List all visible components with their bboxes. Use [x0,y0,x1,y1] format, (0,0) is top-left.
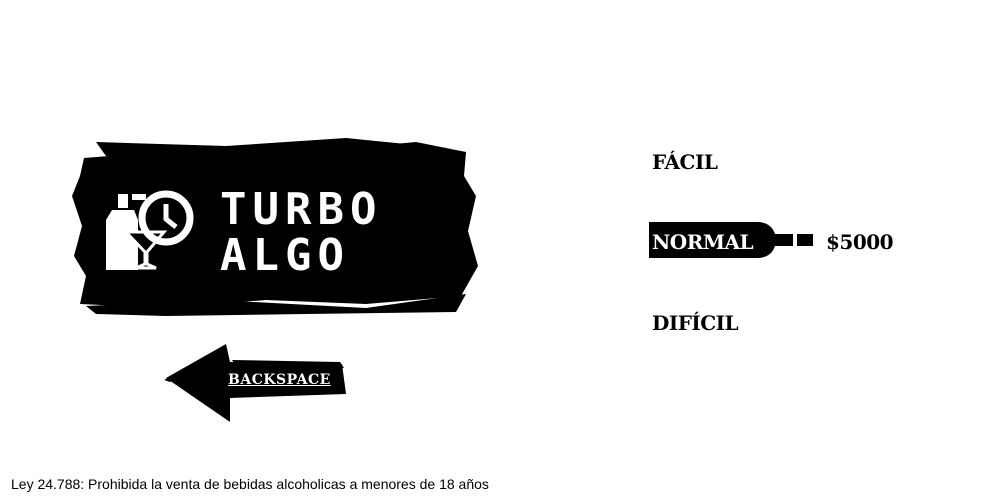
game-logo: TURBO ALGO [66,136,486,316]
logo-title-line1: TURBO [220,184,383,235]
price-label: $5000 [826,230,894,254]
difficulty-hard[interactable]: DIFÍCIL [652,311,739,335]
difficulty-easy[interactable]: FÁCIL [652,150,718,174]
backspace-label: BACKSPACE [228,372,331,388]
legal-notice: Ley 24.788: Prohibida la venta de bebida… [11,476,489,492]
backspace-button[interactable]: BACKSPACE [160,340,350,426]
logo-title-line2: ALGO [220,230,350,281]
difficulty-normal[interactable]: NORMAL [647,220,817,260]
difficulty-normal-label: NORMAL [652,230,754,254]
